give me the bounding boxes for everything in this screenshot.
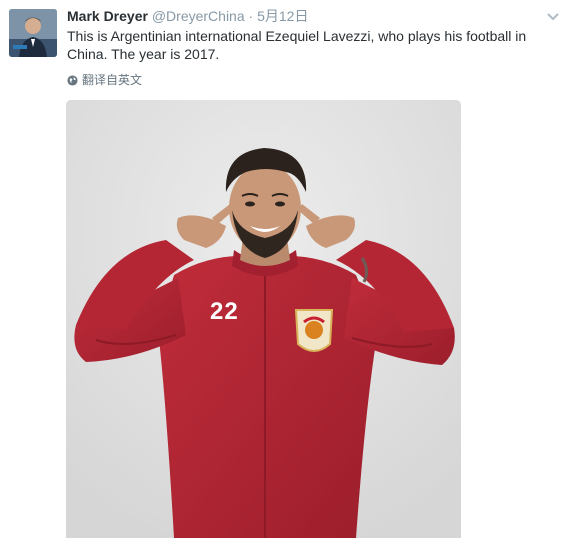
avatar[interactable] [9,9,57,57]
author-name[interactable]: Mark Dreyer [67,8,148,24]
profile-photo-icon [9,9,57,57]
translate-label: 翻译自英文 [82,73,143,87]
author-handle[interactable]: @DreyerChina [152,8,245,24]
globe-icon [67,74,78,86]
chevron-down-icon [547,13,559,21]
tweet-card: Mark Dreyer @DreyerChina · 5月12日 This is… [0,0,566,538]
separator-dot: · [248,8,254,24]
tweet-timestamp[interactable]: 5月12日 [257,8,308,24]
more-options-button[interactable] [546,9,560,21]
tweet-text: This is Argentinian international Ezequi… [67,28,527,62]
translate-link[interactable]: 翻译自英文 [67,72,142,88]
player-photo-image [66,100,461,538]
tweet-photo[interactable]: 22 [66,100,461,538]
jersey-number: 22 [210,298,239,325]
tweet-header: Mark Dreyer @DreyerChina · 5月12日 [67,7,308,25]
